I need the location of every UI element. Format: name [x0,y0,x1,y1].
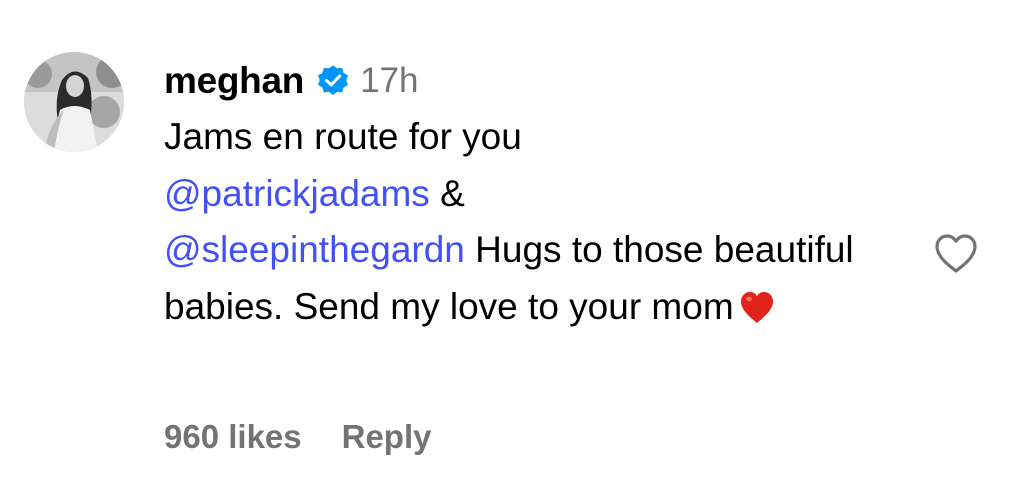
profile-photo-image [24,52,124,152]
reply-button[interactable]: Reply [342,418,432,456]
heart-outline-icon[interactable] [932,230,980,278]
comment-body: meghan 17h Jams en route for you @patric… [164,52,884,335]
comment-text-intro: Jams en route for you [164,116,522,157]
comment-timestamp[interactable]: 17h [360,61,418,101]
comment-footer: 960 likes Reply [164,418,432,456]
red-heart-emoji [738,285,776,323]
comment-text: Jams en route for you @patrickjadams & @… [164,109,884,335]
mention-link-sleepinthegardn[interactable]: @sleepinthegardn [164,229,465,270]
username-link[interactable]: meghan [164,60,304,102]
comment-header: meghan 17h [164,52,884,110]
comment-text-separator: & [429,172,465,214]
likes-count-button[interactable]: 960 likes [164,418,302,456]
avatar[interactable] [24,52,124,152]
comment: meghan 17h Jams en route for you @patric… [0,0,1024,498]
mention-link-patrickjadams[interactable]: @patrickjadams [164,173,430,214]
verified-badge-icon [316,64,350,98]
